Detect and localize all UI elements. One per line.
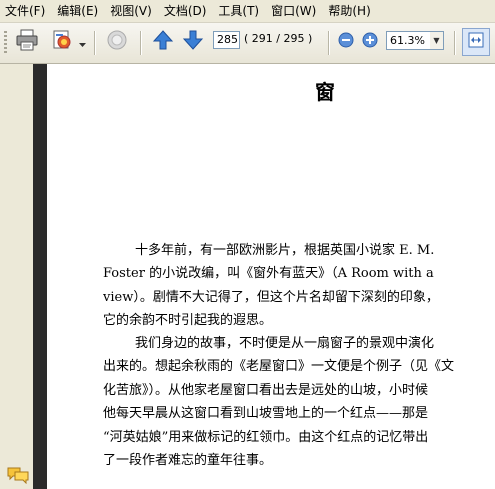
text-line: 化苦旅》）。从他家老屋窗口看出去是远处的山坡，小时候: [103, 382, 429, 398]
hand-tool-icon: [105, 28, 129, 56]
menu-tools[interactable]: 工具(T): [212, 0, 265, 22]
text-line: 我们身边的故事，不时便是从一扇窗子的景观中演化: [135, 336, 435, 351]
text-line: 它的余韵不时引起我的遐思。: [103, 313, 273, 329]
menu-document[interactable]: 文档(D): [158, 0, 213, 22]
email-icon: [51, 28, 75, 56]
print-button[interactable]: [13, 28, 41, 56]
navigation-pane: [0, 64, 34, 489]
next-page-button[interactable]: [180, 28, 206, 56]
text-line: 了一段作者难忘的童年往事。: [103, 453, 273, 469]
text-line: “河英姑娘”用来做标记的红领巾。由这个红点的记忆带出: [103, 429, 429, 445]
toolbar-separator: [94, 31, 96, 55]
arrow-down-icon: [182, 29, 204, 55]
text-line: view）。剧情不大记得了，但这个片名却留下深刻的印象，: [103, 289, 439, 305]
text-line: 出来的。想起余秋雨的《老屋窗口》一文便是个例子（见《文: [103, 359, 455, 375]
menu-window[interactable]: 窗口(W): [265, 0, 322, 22]
zoom-level-select[interactable]: 61.3% ▼: [386, 31, 444, 50]
print-icon: [15, 28, 39, 56]
menu-bar: 文件(F) 编辑(E) 视图(V) 文档(D) 工具(T) 窗口(W) 帮助(H…: [0, 0, 495, 23]
toolbar-separator: [140, 31, 142, 55]
paragraph-2: 我们身边的故事，不时便是从一扇窗子的景观中演化 出来的。想起余秋雨的《老屋窗口》…: [103, 332, 488, 472]
arrow-up-icon: [152, 29, 174, 55]
zoom-in-button[interactable]: [360, 32, 380, 52]
zoom-level-value: 61.3%: [390, 34, 425, 47]
previous-page-button[interactable]: [150, 28, 176, 56]
fit-width-button[interactable]: [462, 28, 490, 56]
page-count-label: ( 291 / 295 ): [244, 32, 313, 45]
zoom-in-icon: [362, 32, 378, 52]
menu-view[interactable]: 视图(V): [104, 0, 158, 22]
hand-tool-button[interactable]: [103, 28, 131, 56]
navigation-pane-splitter[interactable]: [33, 64, 47, 489]
zoom-out-button[interactable]: [336, 32, 356, 52]
email-button[interactable]: [48, 28, 78, 56]
toolbar-grip[interactable]: [4, 31, 7, 55]
paragraph-1: 十多年前，有一部欧洲影片，根据英国小说家 E. M. Foster 的小说改编，…: [103, 239, 488, 333]
zoom-out-icon: [338, 32, 354, 52]
page-number-input[interactable]: 285: [213, 31, 240, 49]
text-line: 他每天早晨从这窗口看到山坡雪地上的一个红点——那是: [103, 406, 429, 422]
comment-icon[interactable]: [7, 466, 29, 488]
text-line: 十多年前，有一部欧洲影片，根据英国小说家 E. M.: [135, 243, 435, 258]
toolbar-separator: [454, 31, 456, 55]
menu-edit[interactable]: 编辑(E): [51, 0, 104, 22]
menu-file[interactable]: 文件(F): [0, 0, 51, 22]
chevron-down-icon[interactable]: ▼: [429, 32, 443, 49]
toolbar-separator: [328, 31, 330, 55]
email-dropdown-arrow[interactable]: [78, 37, 86, 47]
text-line: Foster 的小说改编，叫《窗外有蓝天》（A Room with a: [103, 266, 434, 282]
fit-width-icon: [466, 30, 486, 54]
document-title: 窗: [315, 80, 335, 104]
menu-help[interactable]: 帮助(H): [322, 0, 376, 22]
chevron-down-icon: [78, 33, 86, 52]
